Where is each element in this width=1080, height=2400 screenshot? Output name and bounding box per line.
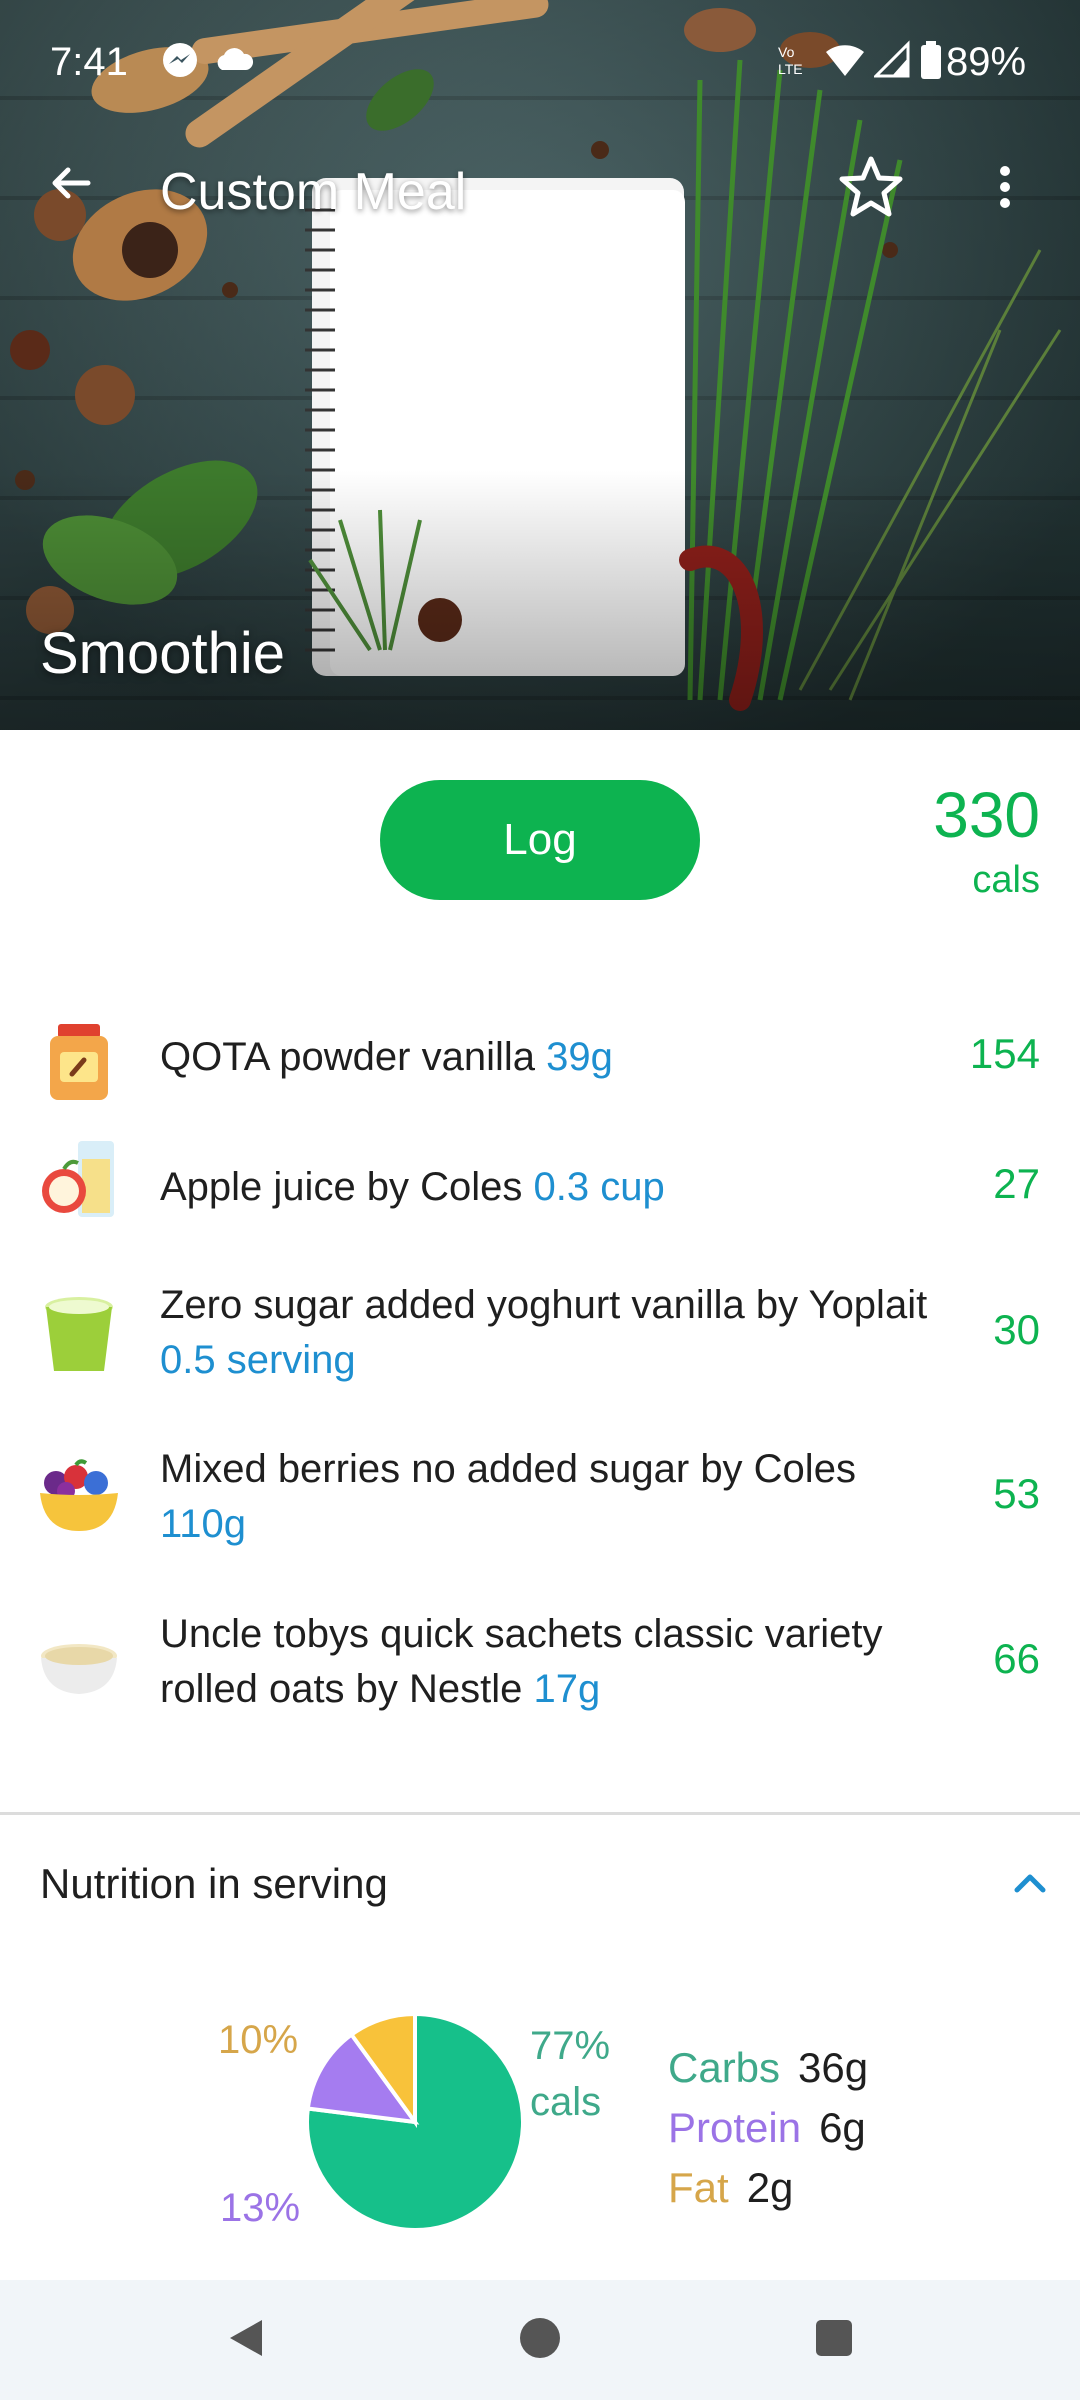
hero-image: 7:41 Vo LTE 89% Custom Meal Smoothie [0, 0, 1080, 730]
nav-recents-button[interactable] [804, 2310, 864, 2370]
back-button[interactable] [36, 150, 106, 220]
nav-home-icon [518, 2316, 562, 2365]
arrow-left-icon [48, 160, 94, 211]
ingredient-name: Mixed berries no added sugar by Coles [160, 1447, 856, 1491]
app-title: Custom Meal [160, 163, 467, 221]
macro-value: 2g [746, 2164, 794, 2211]
cloud-icon [212, 40, 256, 85]
ingredient-amount[interactable]: 0.5 serving [160, 1338, 356, 1382]
battery-percentage: 89% [946, 40, 1027, 84]
nav-back-icon [224, 2316, 268, 2365]
ingredient-calories: 66 [993, 1635, 1040, 1682]
ingredient-name: Zero sugar added yoghurt vanilla by Yopl… [160, 1283, 928, 1327]
macro-name: Carbs [668, 2044, 781, 2091]
macro-pie-svg [305, 2011, 525, 2232]
more-options-button[interactable] [970, 150, 1040, 228]
carbs-percentage: 77% cals [530, 2018, 610, 2130]
ingredient-calories: 53 [993, 1470, 1040, 1517]
oats-bowl-icon [36, 1618, 122, 1704]
chevron-up-icon [1013, 1872, 1047, 1899]
total-calories-unit: cals [972, 859, 1040, 901]
status-time: 7:41 [50, 40, 128, 84]
ingredient-amount[interactable]: 0.3 cup [534, 1165, 665, 1209]
nav-recents-icon [812, 2316, 856, 2365]
carbs-percentage-value: 77% [530, 2024, 611, 2068]
svg-text:Vo: Vo [778, 44, 795, 60]
system-nav-bar [0, 2280, 1080, 2400]
messenger-icon [160, 40, 200, 85]
macro-row-protein: Protein 6g [668, 2098, 868, 2158]
macro-legend: Carbs 36g Protein 6g Fat 2g [668, 2038, 868, 2218]
macro-name: Fat [668, 2164, 729, 2211]
svg-text:LTE: LTE [778, 61, 803, 77]
ingredient-name: QOTA powder vanilla [160, 1035, 535, 1079]
collapse-nutrition-button[interactable] [1005, 1860, 1055, 1910]
macro-name: Protein [668, 2104, 802, 2151]
ingredient-amount[interactable]: 39g [546, 1035, 613, 1079]
log-button[interactable]: Log [380, 780, 700, 900]
more-vert-icon [997, 164, 1013, 215]
nav-home-button[interactable] [510, 2310, 570, 2370]
ingredient-calories: 27 [993, 1160, 1040, 1207]
ingredient-calories: 154 [969, 1030, 1040, 1077]
section-divider [0, 1812, 1080, 1815]
ingredient-amount[interactable]: 110g [160, 1502, 246, 1546]
total-calories: 330 cals [933, 780, 1040, 910]
ingredient-calories: 30 [993, 1306, 1040, 1353]
ingredient-amount[interactable]: 17g [534, 1667, 601, 1711]
protein-powder-jar-icon [36, 1018, 122, 1104]
ingredient-name: Uncle tobys quick sachets classic variet… [160, 1612, 883, 1711]
cell-signal-icon [872, 40, 910, 85]
macro-pie-chart [305, 2011, 525, 2232]
star-outline-icon [838, 154, 904, 225]
macro-value: 36g [798, 2044, 869, 2091]
macro-row-fat: Fat 2g [668, 2158, 868, 2218]
fat-percentage: 10% [218, 2018, 299, 2062]
protein-percentage: 13% [220, 2186, 301, 2230]
macro-row-carbs: Carbs 36g [668, 2038, 868, 2098]
battery-icon [920, 40, 942, 85]
yoghurt-cup-icon [36, 1291, 122, 1377]
status-bar: 7:41 Vo LTE 89% [0, 0, 1080, 125]
total-calories-value: 330 [933, 779, 1040, 851]
berries-bowl-icon [36, 1453, 122, 1539]
nutrition-section-title: Nutrition in serving [40, 1860, 388, 1907]
apple-juice-icon [36, 1135, 122, 1221]
carbs-percentage-unit: cals [530, 2080, 602, 2124]
meal-name: Smoothie [40, 621, 286, 686]
macro-value: 6g [819, 2104, 866, 2151]
nav-back-button[interactable] [216, 2310, 276, 2370]
ingredient-name: Apple juice by Coles [160, 1165, 523, 1209]
volte-icon: Vo LTE [776, 40, 812, 85]
favorite-button[interactable] [832, 150, 910, 228]
wifi-icon [824, 40, 866, 85]
